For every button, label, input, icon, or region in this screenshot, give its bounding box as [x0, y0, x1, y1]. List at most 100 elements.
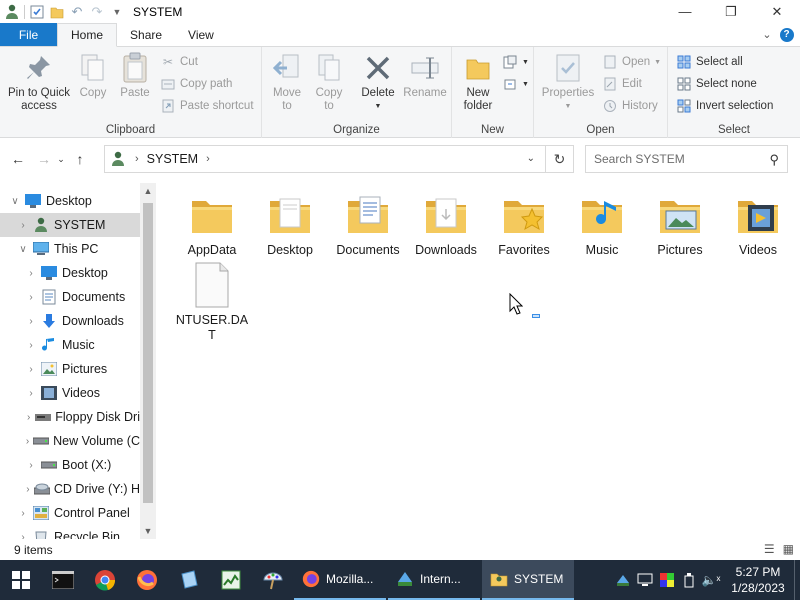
select-all-button[interactable]: Select all — [676, 52, 743, 72]
search-input[interactable]: Search SYSTEM ⚲ — [585, 145, 788, 173]
start-button[interactable] — [0, 560, 42, 600]
rename-button[interactable]: Rename — [402, 51, 448, 100]
tree-item[interactable]: › Recycle Bin — [0, 525, 140, 539]
tree-item[interactable]: › Floppy Disk Dri — [0, 405, 140, 429]
new-folder-button[interactable]: New folder — [458, 51, 498, 113]
delete-button[interactable]: Delete ▼ — [357, 51, 399, 113]
back-icon[interactable]: ← — [7, 148, 29, 170]
volume-muted-icon[interactable]: 🔈ˣ — [700, 560, 722, 600]
redo-icon[interactable]: ↷ — [89, 4, 105, 20]
paint-icon[interactable] — [252, 560, 294, 600]
scroll-up-icon[interactable]: ▲ — [140, 183, 156, 199]
chevron-right-icon[interactable]: › — [24, 412, 33, 423]
new-folder-icon[interactable] — [49, 4, 65, 20]
details-view-icon[interactable]: ☰ — [764, 542, 775, 556]
chevron-right-icon[interactable]: › — [24, 388, 38, 399]
display-icon[interactable] — [634, 560, 656, 600]
expand-ribbon-icon[interactable]: ⌄ — [762, 28, 771, 41]
scrollbar-thumb[interactable] — [143, 203, 153, 503]
chevron-right-icon[interactable]: › — [24, 460, 38, 471]
chevron-down-icon[interactable]: ∨ — [8, 196, 22, 207]
chevron-right-icon[interactable]: › — [24, 364, 38, 375]
up-icon[interactable]: ↑ — [69, 148, 91, 170]
forward-icon[interactable]: → — [33, 148, 55, 170]
customize-qat-icon[interactable]: ▼ — [109, 4, 125, 20]
task-manager-icon[interactable] — [210, 560, 252, 600]
tree-item[interactable]: › Control Panel — [0, 501, 140, 525]
chevron-down-icon[interactable]: ∨ — [16, 244, 30, 255]
properties-button[interactable]: Properties ▼ — [538, 51, 598, 113]
address-dropdown-icon[interactable]: ⌄ — [527, 153, 535, 164]
invert-selection-button[interactable]: Invert selection — [676, 96, 773, 116]
tree-item[interactable]: › Music — [0, 333, 140, 357]
history-button[interactable]: History — [602, 96, 658, 116]
address-bar[interactable]: › SYSTEM › ⌄ — [104, 145, 546, 173]
color-settings-icon[interactable] — [656, 560, 678, 600]
paste-button[interactable]: Paste — [117, 51, 153, 100]
tree-item[interactable]: › Videos — [0, 381, 140, 405]
usb-device-icon[interactable] — [678, 560, 700, 600]
tree-item[interactable]: › SYSTEM — [0, 213, 140, 237]
chrome-icon[interactable] — [84, 560, 126, 600]
close-icon[interactable]: ✕ — [754, 0, 800, 23]
clock[interactable]: 5:27 PM 1/28/2023 — [722, 564, 794, 596]
edit-button[interactable]: Edit — [602, 74, 642, 94]
copy-button[interactable]: Copy — [75, 51, 111, 100]
chevron-right-icon[interactable]: › — [24, 340, 38, 351]
chevron-right-icon[interactable]: › — [24, 268, 38, 279]
recent-locations-icon[interactable]: ⌄ — [55, 148, 67, 170]
tree-item[interactable]: ∨ This PC — [0, 237, 140, 261]
tree-item[interactable]: › Documents — [0, 285, 140, 309]
paste-shortcut-button[interactable]: Paste shortcut — [160, 96, 254, 116]
copy-to-button[interactable]: Copy to — [310, 51, 348, 113]
tree-item[interactable]: › Pictures — [0, 357, 140, 381]
chevron-right-icon[interactable]: › — [16, 220, 30, 231]
chevron-right-icon[interactable]: › — [24, 436, 31, 447]
show-desktop-button[interactable] — [794, 560, 800, 600]
cut-button[interactable]: ✂ Cut — [160, 52, 198, 72]
tab-home[interactable]: Home — [57, 23, 118, 47]
chevron-right-icon[interactable]: › — [24, 316, 38, 327]
chevron-right-icon[interactable]: › — [24, 484, 32, 495]
tree-item[interactable]: › Desktop — [0, 261, 140, 285]
file-item[interactable]: Music — [563, 191, 641, 258]
file-item[interactable]: Favorites — [485, 191, 563, 258]
large-icons-view-icon[interactable]: ▦ — [783, 542, 794, 556]
file-item[interactable]: Desktop — [251, 191, 329, 258]
select-none-button[interactable]: Select none — [676, 74, 757, 94]
chevron-right-icon[interactable]: › — [16, 508, 30, 519]
file-item[interactable]: Pictures — [641, 191, 719, 258]
network-globe-icon[interactable] — [612, 560, 634, 600]
new-item-button[interactable]: ▼ — [502, 52, 529, 72]
taskbar-task[interactable]: SYSTEM — [482, 560, 574, 600]
tree-item[interactable]: › Boot (X:) — [0, 453, 140, 477]
file-item[interactable]: Videos — [719, 191, 797, 258]
undo-icon[interactable]: ↶ — [69, 4, 85, 20]
maximize-icon[interactable]: ❐ — [708, 0, 754, 23]
navigation-pane-scrollbar[interactable]: ▲ ▼ — [140, 183, 156, 539]
minimize-icon[interactable]: — — [662, 0, 708, 23]
chevron-right-icon[interactable]: › — [24, 292, 38, 303]
file-item[interactable]: Documents — [329, 191, 407, 258]
move-to-button[interactable]: Move to — [268, 51, 306, 113]
help-icon[interactable]: ? — [779, 27, 794, 42]
properties-icon[interactable] — [29, 4, 45, 20]
tree-item[interactable]: › Downloads — [0, 309, 140, 333]
firefox-icon[interactable] — [126, 560, 168, 600]
scroll-down-icon[interactable]: ▼ — [140, 523, 156, 539]
tree-item[interactable]: › New Volume (C — [0, 429, 140, 453]
file-item[interactable]: Downloads — [407, 191, 485, 258]
pin-to-quick-access-button[interactable]: Pin to Quick access — [4, 51, 74, 113]
tab-file[interactable]: File — [0, 23, 57, 46]
tree-item[interactable]: ∨ Desktop — [0, 189, 140, 213]
refresh-icon[interactable]: ↻ — [546, 145, 574, 173]
file-item[interactable]: AppData — [173, 191, 251, 258]
notepad-icon[interactable] — [168, 560, 210, 600]
open-button[interactable]: Open ▼ — [602, 52, 661, 72]
tab-share[interactable]: Share — [117, 23, 175, 46]
breadcrumb[interactable]: SYSTEM — [147, 152, 198, 166]
chevron-right-icon[interactable]: › — [16, 532, 30, 540]
taskbar-task[interactable]: Intern... — [388, 560, 480, 600]
tree-item[interactable]: › CD Drive (Y:) H — [0, 477, 140, 501]
taskbar-task[interactable]: Mozilla... — [294, 560, 386, 600]
